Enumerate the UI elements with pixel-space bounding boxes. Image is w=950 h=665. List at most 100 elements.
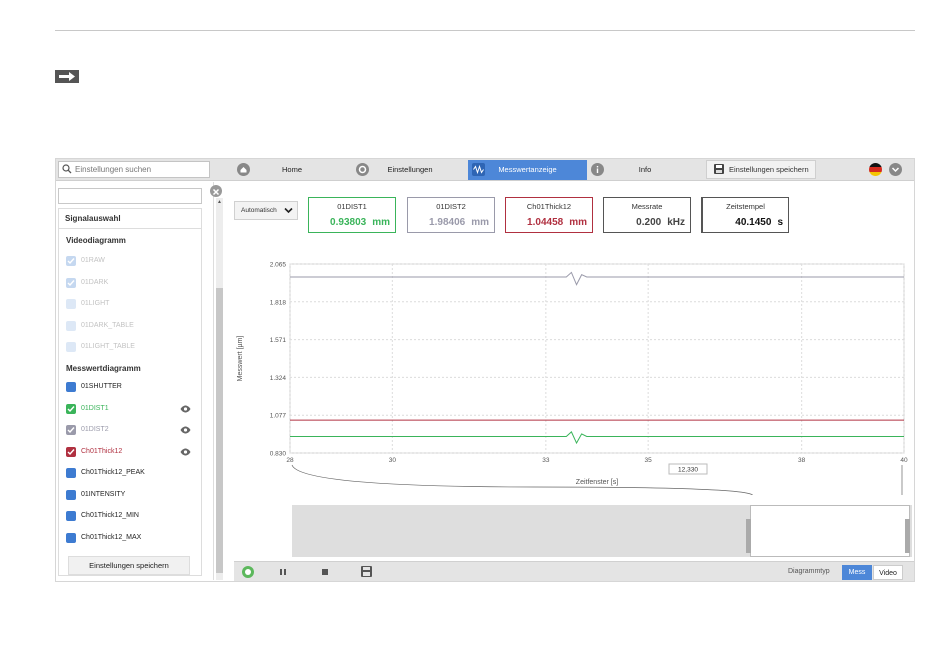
measure-value: 0.93803 mm [330,217,390,228]
measure-name: Zeitstempel [726,202,765,211]
search-input[interactable]: Einstellungen suchen [58,161,210,178]
measure-number: 0.93803 [330,217,367,228]
measure-unit: kHz [667,217,685,228]
overview-handle-right[interactable] [905,519,910,553]
measure-name: 01DIST1 [337,202,367,211]
y-tick-label: 0.830 [270,451,287,458]
signal-item-label: 01INTENSITY [81,490,126,498]
scroll-up-icon[interactable]: ▲ [217,199,222,205]
measure-box: 01DIST2 1.98406 mm [407,197,495,233]
mess-button[interactable]: Mess [842,565,872,580]
measure-value: 40.1450 s [735,217,783,228]
tab-messwertanzeige-label: Messwertanzeige [498,165,557,174]
page-divider [55,30,915,31]
eye-icon[interactable] [180,448,191,456]
checkbox[interactable] [66,277,76,288]
search-placeholder: Einstellungen suchen [75,165,152,174]
y-tick-label: 2.065 [270,262,287,269]
overview-handle-left[interactable] [746,519,751,553]
checkbox[interactable] [66,511,76,521]
measure-box: Zeitstempel 40.1450 s [701,197,789,233]
signal-item-label: 01DIST1 [81,404,109,412]
auto-scale-select[interactable]: Automatisch [234,201,298,220]
measure-unit: mm [471,217,489,228]
tab-messwertanzeige[interactable]: Messwertanzeige [468,160,587,180]
save-settings-button[interactable]: Einstellungen speichern [706,160,816,179]
checkbox[interactable] [66,382,76,392]
chevron-down-icon [284,207,293,214]
tab-home[interactable]: Home [233,160,351,180]
x-tick-label: 33 [542,457,550,464]
signal-item-label: Ch01Thick12_MAX [81,533,142,541]
german-flag-icon[interactable] [869,163,882,176]
time-window-value: 12,330 [678,467,698,474]
measurement-chart[interactable]: 0.830 1.077 1.324 1.571 1.818 2.065 28 30 33 35 38… [234,255,914,495]
checkbox[interactable] [66,425,76,435]
chevron-down-icon[interactable] [889,163,902,176]
pause-icon[interactable] [280,569,286,575]
eye-icon[interactable] [180,405,191,413]
record-icon[interactable] [242,566,254,578]
stop-icon[interactable] [322,569,328,575]
signal-item-label: 01LIGHT_TABLE [81,343,135,350]
gear-icon [356,163,369,176]
signal-item-label: 01DIST2 [81,426,109,433]
tab-einstellungen[interactable]: Einstellungen [352,160,468,180]
y-tick-label: 1.077 [270,413,287,420]
sidebar-filter-input[interactable] [58,188,202,204]
y-tick-label: 1.818 [270,299,287,306]
video-button[interactable]: Video [873,565,903,580]
checkbox[interactable] [66,403,76,414]
checkbox[interactable] [66,489,76,500]
signal-item-label: 01RAW [81,257,105,264]
checkbox[interactable] [66,446,76,457]
measure-box: 01DIST1 0.93803 mm [308,197,396,233]
x-tick-label: 40 [900,457,908,464]
y-axis-label: Messwert [µm] [237,336,244,382]
signal-item-label: 01LIGHT [81,300,110,307]
checkbox[interactable] [66,532,76,543]
mess-heading: Messwertdiagramm [66,364,141,373]
signal-item-label: 01SHUTTER [81,383,122,390]
x-tick-label: 38 [798,457,806,464]
eye-icon[interactable] [180,426,191,434]
x-tick-label: 35 [645,457,653,464]
signal-item-label: Ch01Thick12 [81,447,123,455]
measure-name: 01DIST2 [436,202,466,211]
playback-bar: Diagrammtyp Mess Video [234,561,914,581]
waveform-icon [472,163,485,176]
measure-box: Ch01Thick12 1.04458 mm [505,197,593,233]
save-icon [714,164,724,174]
overview-window[interactable] [750,505,910,557]
checkbox[interactable] [66,342,76,352]
measure-value: 1.04458 mm [527,217,587,228]
measure-number: 1.04458 [527,217,564,228]
signal-panel-title: Signalauswahl [59,209,201,229]
video-heading: Videodiagramm [66,236,126,245]
x-tick-label: 30 [389,457,397,464]
save-icon[interactable] [361,566,372,577]
plot-area [289,263,905,454]
signal-item-label: Ch01Thick12_MIN [81,512,139,519]
close-icon[interactable] [210,185,222,197]
x-tick-label: 28 [286,457,294,464]
y-tick-label: 1.571 [270,337,287,344]
tab-einstellungen-label: Einstellungen [387,165,433,174]
checkbox[interactable] [66,299,76,309]
sidebar-save-button[interactable]: Einstellungen speichern [68,556,190,575]
search-icon [62,164,72,174]
tab-info[interactable]: Info [587,160,703,180]
save-settings-label: Einstellungen speichern [729,165,809,174]
measure-name: Ch01Thick12 [526,202,572,211]
sidebar: ▲ Signalauswahl Videodiagramm Messwertdi… [56,182,223,580]
measure-box: Messrate 0.200 kHz [603,197,691,233]
signal-item-label: Ch01Thick12_PEAK [81,469,145,476]
checkbox[interactable] [66,320,76,331]
measure-unit: mm [372,217,390,228]
sidebar-scrollbar-thumb[interactable] [216,288,223,573]
checkbox[interactable] [66,468,76,478]
checkbox[interactable] [66,256,76,266]
tab-home-label: Home [281,165,302,174]
diagram-type-label: Diagrammtyp [788,568,830,575]
measure-name: Messrate [631,202,663,211]
